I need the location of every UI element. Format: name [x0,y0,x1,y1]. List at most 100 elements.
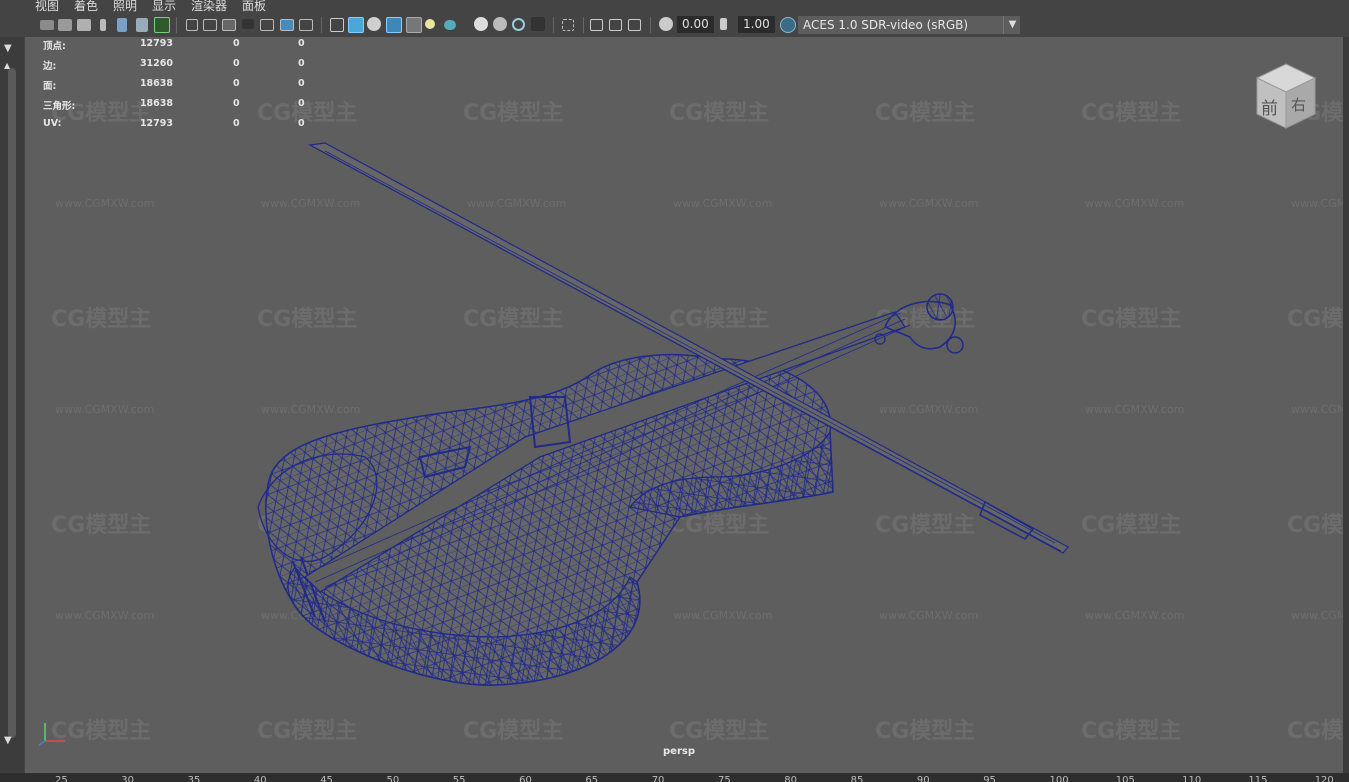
grease-pencil-icon[interactable] [154,17,170,33]
lights-icon[interactable] [425,19,435,29]
hud-value: 18638 [139,78,173,89]
chevron-down-icon[interactable]: ▼ [4,43,12,54]
separator [650,17,651,33]
camera-name-label: persp [663,746,695,757]
hud-value: 0 [298,98,305,109]
menu-lighting[interactable]: 照明 [113,0,137,12]
smooth-shade-icon[interactable] [348,17,364,33]
hud-value: 0 [233,58,240,69]
wireframe-on-shaded-icon[interactable] [386,17,402,33]
gamma-icon[interactable] [720,18,727,30]
hud-value: 12793 [139,38,173,49]
menu-view[interactable]: 视图 [35,0,59,12]
hud-row-triangles: 三角形: 18638 0 0 [43,98,323,118]
violin-wireframe[interactable] [25,37,1343,773]
timeline-tick-label: 50 [386,775,400,782]
exposure-field[interactable]: 0.00 [677,16,714,33]
menu-panels[interactable]: 面板 [242,0,266,12]
view-cube-front-label[interactable]: 前 [1261,99,1278,119]
timeline-tick-label: 90 [916,775,930,782]
hud-value: 0 [298,78,305,89]
hud-label: 顶点: [43,41,66,52]
wireframe-icon[interactable] [330,18,344,32]
timeline-tick-label: 120 [1314,775,1334,782]
textured-icon[interactable] [406,17,422,33]
viewport-right-border [1343,37,1349,773]
timeline-tick-label: 115 [1248,775,1268,782]
hud-value: 0 [233,38,240,49]
xray-joints-icon[interactable] [609,19,622,31]
timeline-tick-label: 95 [983,775,996,782]
hud-row-vertices: 顶点: 12793 0 0 [43,38,323,58]
timeline-tick-label: 100 [1049,775,1069,782]
timeline-tick-label: 30 [121,775,135,782]
field-chart-icon[interactable] [260,19,274,31]
timeline-tick-label: 80 [784,775,798,782]
timeline-tick-label: 45 [320,775,333,782]
anti-alias-icon[interactable] [512,18,525,31]
timeline-tick-label: 55 [452,775,466,782]
viewport-menu-bar: 视图 着色 照明 显示 渲染器 面板 [0,0,1349,12]
2d-pan-icon[interactable] [117,18,127,32]
viewport-toolbar: 0.00 1.00 ACES 1.0 SDR-video (sRGB) ▼ [0,12,1349,38]
timeline-tick-label: 105 [1115,775,1135,782]
camera-icon[interactable] [40,20,54,30]
left-scroll-strip: ▼ ▲ ▼ [0,37,24,773]
timeline-tick-label: 25 [55,775,68,782]
hud-label: UV: [43,118,62,129]
view-cube[interactable]: 前 右 [1253,62,1319,132]
gamma-field[interactable]: 1.00 [738,16,775,33]
film-camera-icon[interactable] [77,19,91,31]
menu-renderer[interactable]: 渲染器 [191,0,227,12]
bookmark-icon[interactable] [100,19,106,31]
film-gate-icon[interactable] [203,19,217,31]
hud-value: 12793 [139,118,173,129]
safe-title-icon[interactable] [299,19,313,31]
timeline-tick-label: 70 [651,775,665,782]
hud-label: 三角形: [43,101,76,112]
color-management-icon[interactable] [780,17,796,33]
hud-value: 31260 [139,58,173,69]
vertical-scrollbar[interactable] [8,68,16,738]
view-cube-right-label[interactable]: 右 [1291,96,1306,114]
isolate-select-icon[interactable] [562,19,574,31]
hud-value: 0 [233,118,240,129]
gate-mask-icon[interactable] [242,19,254,29]
hud-value: 18638 [139,98,173,109]
timeline-tick-label: 65 [585,775,599,782]
shadows-icon[interactable] [444,20,456,30]
screen-space-ao-icon[interactable] [474,17,488,31]
xray-icon[interactable] [590,19,603,31]
separator [321,17,322,33]
depth-of-field-icon[interactable] [531,17,545,31]
safe-action-icon[interactable] [280,19,294,31]
pan-zoom-icon[interactable] [136,18,148,32]
hud-label: 边: [43,61,57,72]
separator [553,17,554,33]
axis-gizmo [38,723,65,746]
menu-shading[interactable]: 着色 [74,0,98,12]
time-slider[interactable]: 25 30 35 40 45 50 55 60 65 70 75 80 85 90 95 100 105 110 1… [0,773,1349,782]
chevron-down-icon[interactable]: ▼ [4,735,12,746]
hud-value: 0 [298,58,305,69]
camera-attr-icon[interactable] [58,19,72,31]
hud-value: 0 [298,118,305,129]
default-material-icon[interactable] [367,17,381,31]
hud-label: 面: [43,81,57,92]
chevron-down-icon[interactable]: ▼ [1003,16,1021,34]
hud-row-edges: 边: 31260 0 0 [43,58,323,78]
hud-row-faces: 面: 18638 0 0 [43,78,323,98]
grid-icon[interactable] [186,19,198,31]
timeline-tick-label: 60 [519,775,532,782]
3d-viewport[interactable]: CG模型主 CG模型主 CG模型主 CG模型主 CG模型主 CG模型主 CG模型主 CG模型主… [25,37,1343,773]
resolution-gate-icon[interactable] [222,19,236,31]
color-space-dropdown[interactable]: ACES 1.0 SDR-video (sRGB) [798,16,1020,34]
motion-blur-icon[interactable] [493,17,507,31]
backface-icon[interactable] [628,19,641,31]
timeline-tick-label: 85 [850,775,864,782]
violin-body[interactable] [257,353,834,686]
hud-value: 0 [233,78,240,89]
menu-show[interactable]: 显示 [152,0,176,12]
exposure-icon[interactable] [659,17,673,31]
timeline-tick-label: 110 [1182,775,1202,782]
